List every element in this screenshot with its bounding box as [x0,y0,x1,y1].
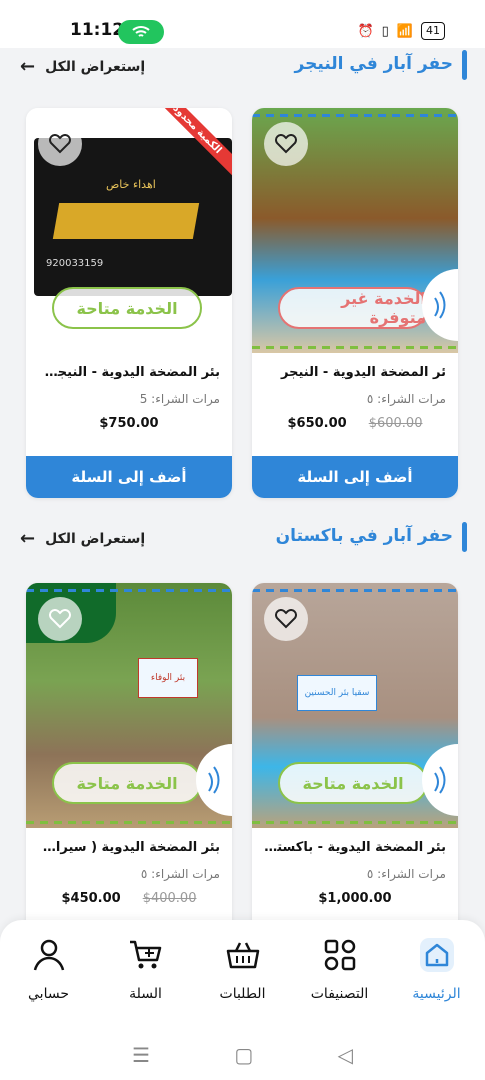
categories-icon [324,939,355,971]
nav-home[interactable]: الرئيسية [392,934,482,1030]
section-accent-bar [462,50,467,80]
nav-cart[interactable]: السلة [101,934,191,1030]
nav-cart-label: السلة [129,986,162,1002]
favorite-heart-icon[interactable] [38,122,82,166]
product-card[interactable]: بئر الوفاء الخدمة متاحة بئر المضخة اليدو… [26,583,232,943]
bottom-nav: الرئيسية التصنيفات الطلبات السلة حسابي [0,920,485,1030]
product-info: بئر المضخة اليدوية - باكستان مرات الشراء… [252,828,458,906]
vibrate-icon: ▯ [381,23,389,39]
old-price: $600.00 [368,416,423,431]
nav-home-label: الرئيسية [412,986,461,1002]
purchase-count: مرات الشراء: 5 [139,392,220,406]
home-square-icon[interactable]: ▢ [234,1043,253,1067]
product-image: بئر الوفاء الخدمة متاحة [26,583,232,828]
system-nav-bar: ☰ ▢ ◁ [0,1030,485,1080]
product-image: اهداء خاص 920033159 الكمية محدودة الخدمة… [26,108,232,353]
product-card[interactable]: سقيا بئر الحسنين الخدمة متاحة بئر المضخة… [252,583,458,943]
product-name: ئر المضخة اليدوية - النيجر [281,365,446,380]
service-status-badge: الخدمة غير متوفرة [278,287,428,329]
product-price: $450.00 [61,891,121,906]
product-name: بئر المضخة اليدوية ( سيراميك ... [38,840,220,855]
purchase-count: مرات الشراء: ٥ [366,392,446,406]
battery-indicator: 41 [421,22,445,40]
cart-icon [129,940,161,969]
basket-icon [226,942,259,969]
nav-categories[interactable]: التصنيفات [295,934,385,1030]
clock: 11:12 [70,20,125,40]
well-banner: بئر الوفاء [138,658,198,698]
view-all-label: إستعراض الكل [45,530,146,547]
nav-orders[interactable]: الطلبات [198,934,288,1030]
back-triangle-icon[interactable]: ◁ [337,1043,352,1067]
product-info: ئر المضخة اليدوية - النيجر مرات الشراء: … [252,353,458,431]
product-info: بئر المضخة اليدوية - النيجر مع... مرات ا… [26,353,232,431]
alarm-icon: ⏰ [357,23,374,39]
arrow-left-icon: ← [20,56,36,77]
add-to-cart-button[interactable]: أضف إلى السلة [252,456,458,498]
decor-dash [252,821,458,824]
decor-dash [252,114,458,117]
gold-banner [52,203,200,239]
charity-logo-icon [422,744,458,816]
old-price: $400.00 [142,891,197,906]
arrow-left-icon: ← [20,528,36,549]
nav-categories-label: التصنيفات [310,986,369,1002]
service-status-badge: الخدمة متاحة [52,287,202,329]
section-header-pakistan: حفر آبار في باكستان ← إستعراض الكل [0,520,485,560]
section-title: حفر آبار في باكستان [275,526,453,546]
price-row: $1,000.00 [264,891,446,906]
gift-card-phone: 920033159 [46,258,104,269]
view-all-button[interactable]: ← إستعراض الكل [20,528,145,549]
price-row: $750.00 [38,416,220,431]
view-all-label: إستعراض الكل [45,58,146,75]
section-header-niger: حفر آبار في النيجر ← إستعراض الكل [0,48,485,88]
product-name: بئر المضخة اليدوية - باكستان [264,840,446,855]
favorite-heart-icon[interactable] [264,122,308,166]
user-icon [33,939,64,971]
add-to-cart-button[interactable]: أضف إلى السلة [26,456,232,498]
product-info: بئر المضخة اليدوية ( سيراميك ... مرات ال… [26,828,232,906]
product-price: $1,000.00 [318,891,392,906]
service-status-badge: الخدمة متاحة [278,762,428,804]
decor-dash [26,589,232,592]
favorite-heart-icon[interactable] [264,597,308,641]
service-status-badge: الخدمة متاحة [52,762,202,804]
nav-account[interactable]: حسابي [4,934,94,1030]
decor-dash [252,346,458,349]
view-all-button[interactable]: ← إستعراض الكل [20,56,145,77]
wifi-icon [118,20,164,44]
signal-icon: 📶 [396,23,413,39]
product-name: بئر المضخة اليدوية - النيجر مع... [38,365,220,380]
favorite-heart-icon[interactable] [38,597,82,641]
section-accent-bar [462,522,467,552]
charity-logo-icon [422,269,458,341]
recents-icon[interactable]: ☰ [132,1043,150,1067]
product-card[interactable]: اهداء خاص 920033159 الكمية محدودة الخدمة… [26,108,232,498]
product-price: $750.00 [99,416,159,431]
price-row: $450.00 $400.00 [38,891,220,906]
nav-orders-label: الطلبات [219,986,266,1002]
well-banner: سقيا بئر الحسنين [297,675,377,711]
decor-dash [252,589,458,592]
product-price: $650.00 [287,416,347,431]
home-icon [419,938,454,972]
purchase-count: مرات الشراء: ٥ [140,867,220,881]
product-image: سقيا بئر الحسنين الخدمة متاحة [252,583,458,828]
product-card[interactable]: الخدمة غير متوفرة ئر المضخة اليدوية - ال… [252,108,458,498]
nav-account-label: حسابي [28,986,69,1002]
product-image: الخدمة غير متوفرة [252,108,458,353]
price-row: $650.00 $600.00 [264,416,446,431]
decor-dash [26,821,232,824]
section-title: حفر آبار في النيجر [294,54,453,74]
status-bar: 11:12 ⏰ ▯ 📶 41 [0,0,485,48]
gift-card-caption: اهداء خاص [106,178,156,191]
charity-logo-icon [196,744,232,816]
purchase-count: مرات الشراء: ٥ [366,867,446,881]
